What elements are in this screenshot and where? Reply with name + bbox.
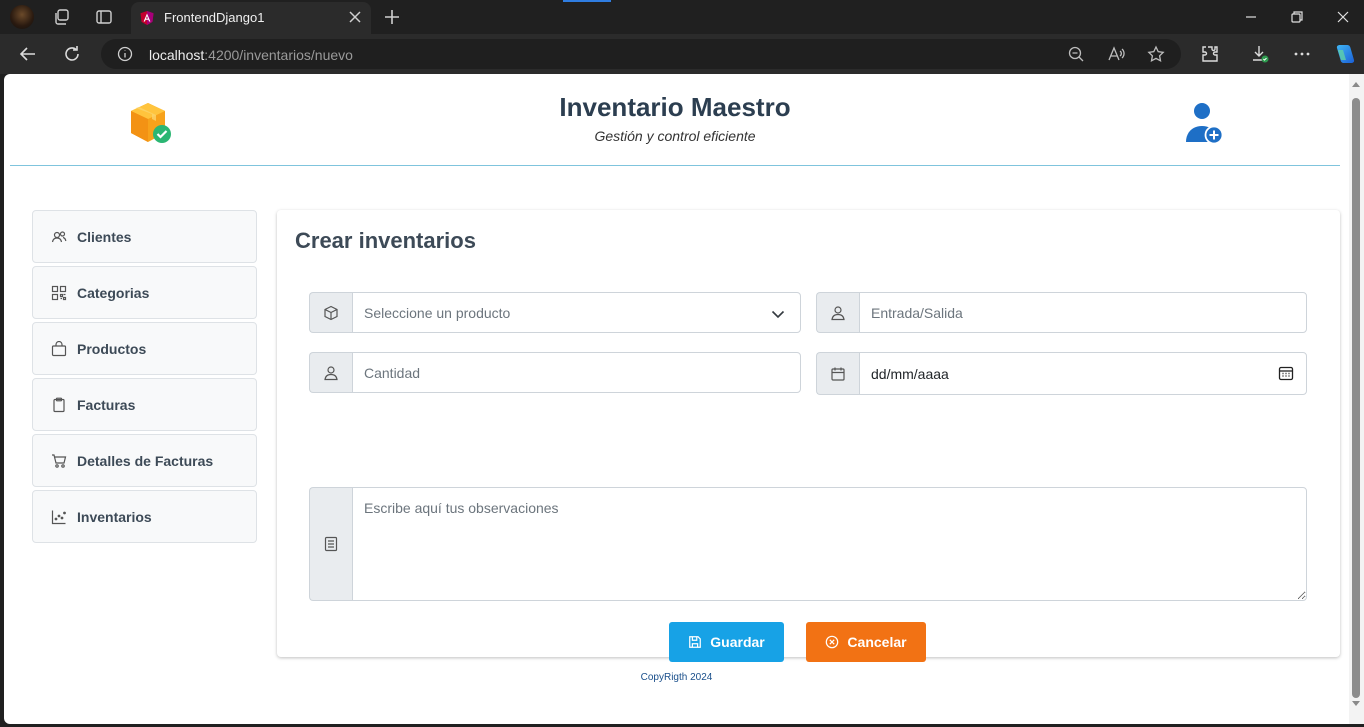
user-icon xyxy=(324,365,338,380)
grid-icon xyxy=(51,285,67,300)
sidebar-item-categorias[interactable]: Categorias xyxy=(32,266,257,319)
close-window-icon[interactable] xyxy=(1335,9,1351,25)
quantity-input-wrapper xyxy=(352,352,801,393)
notes-field xyxy=(309,487,1307,601)
page-scrollbar[interactable] xyxy=(1349,74,1364,724)
brand-subtitle: Gestión y control eficiente xyxy=(594,128,756,144)
restore-icon[interactable] xyxy=(1289,9,1305,25)
quantity-field xyxy=(309,352,801,393)
date-input[interactable]: dd/mm/aaaa xyxy=(859,352,1307,395)
scroll-down-arrow-icon[interactable] xyxy=(1352,701,1360,706)
save-button-label: Guardar xyxy=(710,634,765,650)
back-icon[interactable] xyxy=(18,44,38,64)
workspaces-icon[interactable] xyxy=(53,8,71,26)
product-addon xyxy=(309,292,352,333)
url-path: :4200/inventarios/nuevo xyxy=(204,47,353,63)
browser-toolbar: localhost:4200/inventarios/nuevo xyxy=(0,34,1364,74)
downloads-icon[interactable] xyxy=(1250,44,1270,64)
close-tab-icon[interactable] xyxy=(347,9,363,25)
cancel-button[interactable]: Cancelar xyxy=(806,622,926,662)
tab-actions-icon[interactable] xyxy=(95,8,113,26)
page-header: Inventario Maestro Gestión y control efi… xyxy=(10,74,1340,166)
sidebar-item-productos[interactable]: Productos xyxy=(32,322,257,375)
new-tab-icon[interactable] xyxy=(383,8,401,26)
user-icon xyxy=(831,305,845,320)
type-input-wrapper xyxy=(859,292,1307,333)
sidebar-item-label: Productos xyxy=(77,340,147,357)
type-input[interactable] xyxy=(871,304,1295,321)
read-aloud-icon[interactable] xyxy=(1107,45,1125,63)
save-button[interactable]: Guardar xyxy=(669,622,784,662)
date-picker-icon[interactable] xyxy=(1278,365,1294,381)
date-value: dd/mm/aaaa xyxy=(871,365,949,382)
add-user-icon[interactable] xyxy=(1182,102,1226,146)
browser-tab-bar: FrontendDjango1 xyxy=(0,0,1364,34)
sidebar-item-detalles-facturas[interactable]: Detalles de Facturas xyxy=(32,434,257,487)
url-text: localhost:4200/inventarios/nuevo xyxy=(149,47,353,63)
sidebar-item-label: Categorias xyxy=(77,284,150,301)
zoom-out-icon[interactable] xyxy=(1067,45,1085,63)
document-icon xyxy=(324,536,338,552)
accent-line xyxy=(563,0,611,2)
quantity-addon xyxy=(309,352,352,393)
favorite-star-icon[interactable] xyxy=(1147,45,1165,63)
date-field: dd/mm/aaaa xyxy=(816,352,1307,395)
angular-favicon-icon xyxy=(140,11,154,25)
form-heading: Crear inventarios xyxy=(295,228,476,253)
sidebar-nav: Clientes Categorias Productos Facturas D… xyxy=(32,210,257,546)
type-addon xyxy=(816,292,859,333)
scroll-up-arrow-icon[interactable] xyxy=(1352,82,1360,87)
sidebar-item-label: Detalles de Facturas xyxy=(77,452,214,469)
date-addon xyxy=(816,352,859,395)
minimize-icon[interactable] xyxy=(1243,9,1259,25)
sidebar-item-label: Inventarios xyxy=(77,508,152,525)
cancel-button-label: Cancelar xyxy=(847,634,907,650)
scrollbar-thumb[interactable] xyxy=(1352,98,1360,698)
site-info-icon[interactable] xyxy=(117,46,133,62)
sidebar-item-label: Clientes xyxy=(77,228,132,245)
clipboard-icon xyxy=(53,397,65,412)
refresh-icon[interactable] xyxy=(62,44,82,64)
bag-icon xyxy=(51,340,67,356)
chart-icon xyxy=(51,510,66,524)
notes-addon xyxy=(309,487,352,601)
quantity-input[interactable] xyxy=(364,364,789,381)
sidebar-item-label: Facturas xyxy=(77,396,136,413)
footer-copyright: CopyRigth 2024 xyxy=(640,672,713,683)
chevron-down-icon xyxy=(771,310,785,319)
product-select-value: Seleccione un producto xyxy=(364,304,511,321)
cart-icon xyxy=(52,453,67,468)
url-host: localhost xyxy=(149,47,205,63)
tab-title: FrontendDjango1 xyxy=(164,10,265,25)
type-field xyxy=(816,292,1307,333)
sidebar-item-facturas[interactable]: Facturas xyxy=(32,378,257,431)
users-icon xyxy=(51,230,67,242)
box-icon xyxy=(324,305,338,320)
notes-textarea[interactable] xyxy=(352,487,1307,601)
profile-avatar[interactable] xyxy=(10,5,34,29)
save-icon xyxy=(689,636,702,648)
cancel-circle-icon xyxy=(826,635,839,649)
sidebar-item-clientes[interactable]: Clientes xyxy=(32,210,257,263)
copilot-icon[interactable] xyxy=(1332,42,1356,66)
extensions-icon[interactable] xyxy=(1200,44,1220,64)
product-field: Seleccione un producto xyxy=(309,292,801,333)
more-menu-icon[interactable] xyxy=(1292,44,1312,64)
page-viewport: Inventario Maestro Gestión y control efi… xyxy=(4,74,1349,724)
address-bar[interactable]: localhost:4200/inventarios/nuevo xyxy=(101,39,1181,69)
sidebar-item-inventarios[interactable]: Inventarios xyxy=(32,490,257,543)
active-tab[interactable]: FrontendDjango1 xyxy=(131,2,371,34)
create-inventory-card: Crear inventarios Seleccione un producto xyxy=(277,210,1340,662)
calendar-icon xyxy=(831,367,845,381)
brand-title: Inventario Maestro xyxy=(559,92,791,122)
product-select[interactable]: Seleccione un producto xyxy=(352,292,801,333)
